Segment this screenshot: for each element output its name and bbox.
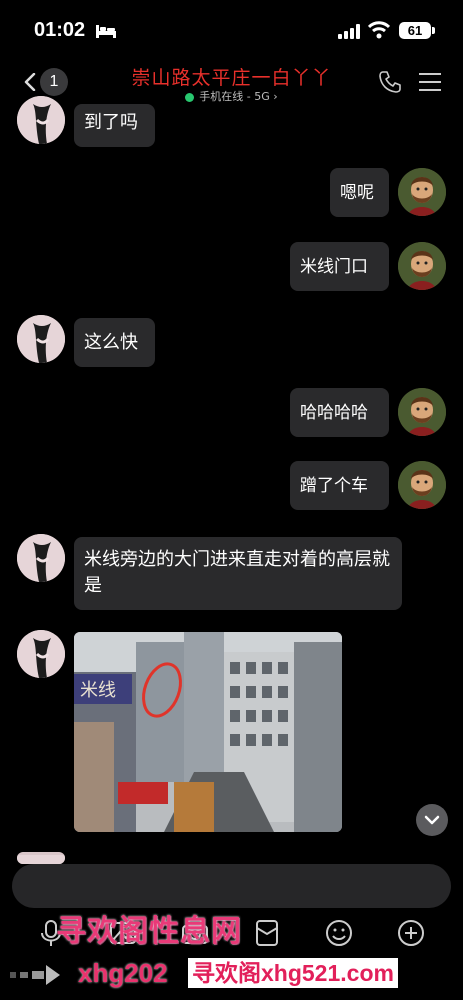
red-packet-icon[interactable]: [252, 918, 282, 948]
message-bubble-right[interactable]: 蹭了个车: [290, 461, 389, 510]
my-avatar-image: [398, 242, 446, 290]
status-time: 01:02: [34, 19, 86, 41]
chat-header: 1 崇山路太平庄一白丫丫 手机在线 - 5G ›: [0, 60, 463, 108]
plus-icon[interactable]: [396, 918, 426, 948]
phone-icon[interactable]: [378, 70, 402, 94]
my-avatar[interactable]: [398, 242, 446, 290]
contact-avatar-image: [17, 855, 65, 864]
message-text: 蹭了个车: [300, 476, 368, 496]
message-input[interactable]: [12, 864, 451, 908]
online-dot: [185, 92, 195, 102]
watermark-arrow-icon: [10, 965, 60, 985]
street-photo: 米线: [74, 632, 342, 832]
cellular-signal-icon: [338, 24, 360, 39]
contact-avatar[interactable]: [17, 96, 65, 144]
my-avatar[interactable]: [398, 388, 446, 436]
message-bubble-left[interactable]: 这么快: [74, 318, 155, 367]
message-image[interactable]: 米线: [74, 632, 342, 832]
message-bubble-left[interactable]: 到了吗: [74, 104, 155, 147]
message-text: 这么快: [84, 332, 138, 353]
battery-indicator: 61: [399, 22, 431, 39]
my-avatar-image: [398, 168, 446, 216]
message-text: 嗯呢: [340, 183, 374, 203]
emoji-icon[interactable]: [324, 918, 354, 948]
my-avatar[interactable]: [398, 168, 446, 216]
message-text: 米线旁边的大门进来直走对着的高层就是: [84, 549, 390, 596]
shop-sign-text: 米线: [80, 680, 116, 701]
contact-avatar[interactable]: [17, 534, 65, 582]
menu-icon[interactable]: [419, 72, 441, 92]
contact-avatar[interactable]: [17, 852, 65, 864]
battery-tip: [432, 27, 435, 34]
online-status-text: 手机在线 - 5G: [199, 90, 270, 103]
wifi-icon: [368, 21, 390, 39]
bed-icon: [96, 25, 116, 38]
message-bubble-right[interactable]: 米线门口: [290, 242, 389, 291]
watermark-url-partial: xhg202: [78, 958, 168, 988]
chevron-down-icon: [424, 815, 440, 825]
status-bar: 01:02 61: [0, 0, 463, 60]
watermark-url: 寻欢阁xhg521.com: [188, 958, 398, 988]
message-bubble-right[interactable]: 嗯呢: [330, 168, 389, 217]
message-bubble-left[interactable]: 米线旁边的大门进来直走对着的高层就是: [74, 537, 402, 610]
my-avatar[interactable]: [398, 461, 446, 509]
message-text: 哈哈哈哈: [300, 403, 368, 423]
watermark-text: 寻欢阁性息网: [56, 914, 242, 949]
online-status-chevron: ›: [273, 90, 278, 103]
contact-avatar[interactable]: [17, 315, 65, 363]
message-text: 米线门口: [300, 257, 368, 277]
message-bubble-right[interactable]: 哈哈哈哈: [290, 388, 389, 437]
contact-avatar-image: [17, 96, 65, 144]
contact-avatar[interactable]: [17, 630, 65, 678]
my-avatar-image: [398, 388, 446, 436]
contact-avatar-image: [17, 315, 65, 363]
my-avatar-image: [398, 461, 446, 509]
contact-avatar-image: [17, 534, 65, 582]
scroll-to-bottom-button[interactable]: [416, 804, 448, 836]
message-text: 到了吗: [84, 112, 138, 133]
contact-avatar-image: [17, 630, 65, 678]
